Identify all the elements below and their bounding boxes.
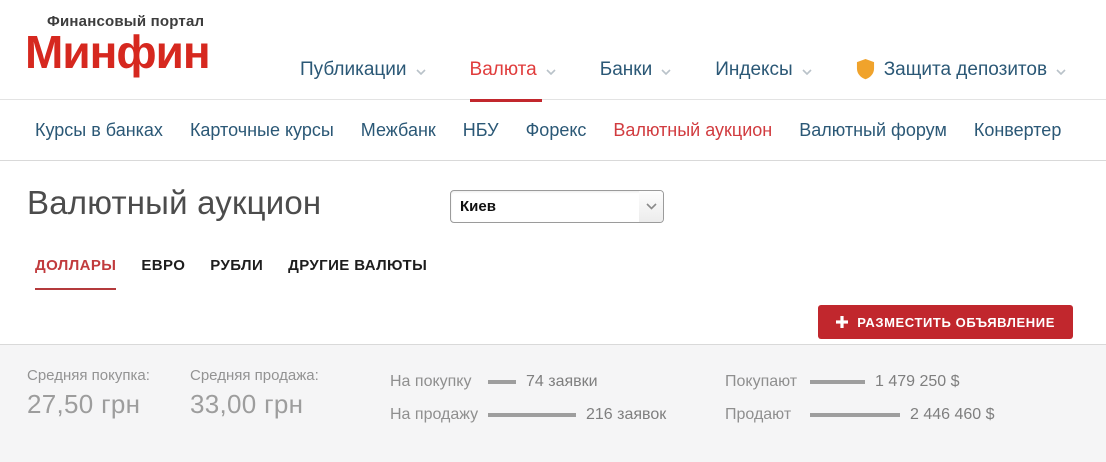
currency-tabs: ДОЛЛАРЫ ЕВРО РУБЛИ ДРУГИЕ ВАЛЮТЫ: [35, 257, 427, 290]
chevron-down-icon: [416, 69, 426, 75]
sub-nav-item-forex[interactable]: Форекс: [526, 120, 587, 141]
buy-volume-row: Покупают 1 479 250 $: [725, 373, 995, 391]
volumes-block: Покупают 1 479 250 $ Продают 2 446 460 $: [725, 373, 995, 424]
shield-icon: [856, 58, 875, 80]
page: Финансовый портал Минфин Публикации Валю…: [0, 0, 1106, 462]
sell-requests-value: 216 заявок: [586, 406, 666, 424]
avg-sell-label: Средняя продажа:: [190, 367, 319, 384]
post-ad-button[interactable]: РАЗМЕСТИТЬ ОБЪЯВЛЕНИЕ: [818, 305, 1073, 339]
sub-nav-item-currency-auction[interactable]: Валютный аукцион: [613, 120, 772, 141]
page-title: Валютный аукцион: [27, 184, 321, 222]
main-nav-item-publications[interactable]: Публикации: [300, 40, 426, 100]
logo-name: Минфин: [25, 30, 210, 74]
sell-volume-value: 2 446 460 $: [910, 406, 995, 424]
stats-strip: Средняя покупка: 27,50 грн Средняя прода…: [0, 344, 1106, 462]
chevron-down-icon: [546, 69, 556, 75]
buy-requests-label: На покупку: [390, 373, 488, 391]
sell-requests-bar: [488, 413, 576, 417]
sell-volume-label: Продают: [725, 406, 810, 424]
buy-volume-bar: [810, 380, 865, 384]
chevron-down-icon: [802, 69, 812, 75]
main-nav-item-indexes[interactable]: Индексы: [715, 40, 811, 100]
sell-volume-bar: [810, 413, 900, 417]
main-nav-item-deposit-protection[interactable]: Защита депозитов: [856, 40, 1066, 100]
sell-requests-row: На продажу 216 заявок: [390, 406, 666, 424]
avg-buy-block: Средняя покупка: 27,50 грн: [27, 367, 150, 420]
plus-icon: [836, 316, 848, 328]
avg-buy-label: Средняя покупка:: [27, 367, 150, 384]
logo[interactable]: Финансовый портал Минфин: [25, 13, 210, 74]
avg-buy-value: 27,50 грн: [27, 389, 150, 420]
buy-requests-row: На покупку 74 заявки: [390, 373, 666, 391]
city-select-value: Киев: [451, 198, 639, 215]
tab-dollars[interactable]: ДОЛЛАРЫ: [35, 257, 116, 290]
sub-nav-item-interbank[interactable]: Межбанк: [361, 120, 436, 141]
sell-volume-row: Продают 2 446 460 $: [725, 406, 995, 424]
avg-sell-value: 33,00 грн: [190, 389, 319, 420]
main-nav-label: Валюта: [470, 59, 537, 81]
buy-requests-bar: [488, 380, 516, 384]
buy-requests-value: 74 заявки: [526, 373, 598, 391]
sub-nav: Курсы в банках Карточные курсы Межбанк Н…: [0, 101, 1106, 161]
header: Финансовый портал Минфин Публикации Валю…: [0, 0, 1106, 100]
sub-nav-item-converter[interactable]: Конвертер: [974, 120, 1062, 141]
tab-other-currencies[interactable]: ДРУГИЕ ВАЛЮТЫ: [288, 257, 427, 290]
chevron-down-icon: [639, 191, 663, 222]
main-nav-label: Защита депозитов: [884, 59, 1047, 81]
tab-euro[interactable]: ЕВРО: [141, 257, 185, 290]
chevron-down-icon: [1056, 69, 1066, 75]
sell-requests-label: На продажу: [390, 406, 488, 424]
sub-nav-item-currency-forum[interactable]: Валютный форум: [799, 120, 947, 141]
main-nav-label: Индексы: [715, 59, 792, 81]
buy-volume-value: 1 479 250 $: [875, 373, 960, 391]
chevron-down-icon: [661, 69, 671, 75]
buy-volume-label: Покупают: [725, 373, 810, 391]
main-nav: Публикации Валюта Банки Индексы Защита: [300, 40, 1066, 100]
requests-block: На покупку 74 заявки На продажу 216 заяв…: [390, 373, 666, 424]
avg-sell-block: Средняя продажа: 33,00 грн: [190, 367, 319, 420]
post-ad-label: РАЗМЕСТИТЬ ОБЪЯВЛЕНИЕ: [857, 315, 1055, 330]
sub-nav-item-bank-rates[interactable]: Курсы в банках: [35, 120, 163, 141]
main-nav-label: Банки: [600, 59, 652, 81]
sub-nav-item-card-rates[interactable]: Карточные курсы: [190, 120, 334, 141]
city-select[interactable]: Киев: [450, 190, 664, 223]
main-nav-item-currency[interactable]: Валюта: [470, 40, 556, 100]
main-nav-item-banks[interactable]: Банки: [600, 40, 671, 100]
sub-nav-item-nbu[interactable]: НБУ: [463, 120, 499, 141]
main-nav-label: Публикации: [300, 59, 407, 81]
tab-rubles[interactable]: РУБЛИ: [210, 257, 263, 290]
